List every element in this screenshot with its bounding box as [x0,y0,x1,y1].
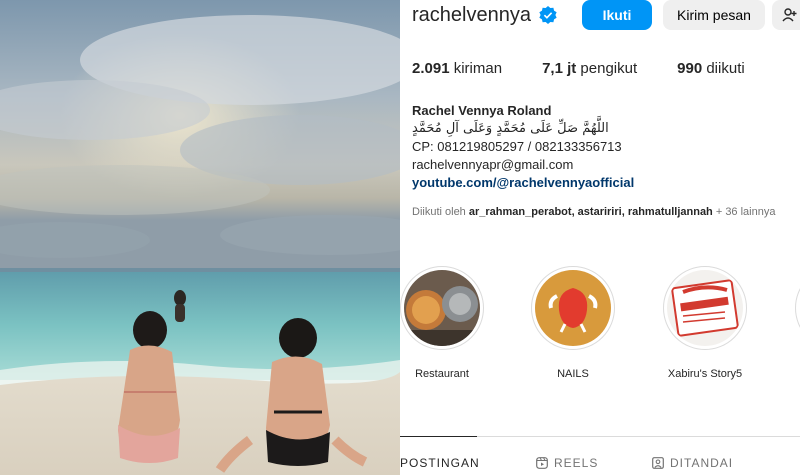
followed-by-suffix: + 36 lainnya [712,206,776,218]
tab-posts[interactable]: POSTINGAN [400,456,480,470]
tab-tagged-label: DITANDAI [670,456,734,470]
highlight-label: Xabiru's Story5 [667,368,743,380]
highlight-label: Restaurant [415,368,469,380]
highlight-cover-food [404,270,480,346]
bio-contact-phone: CP: 081219805297 / 082133356713 [412,139,622,154]
highlight-label: NAILS [557,368,589,380]
following-value: 990 [677,60,703,77]
profile-panel: rachelvennya Ikuti Kirim pesan 2.091 kir… [400,0,800,475]
tab-reels[interactable]: REELS [536,456,598,470]
active-tab-indicator [400,436,477,437]
highlight-ring [400,266,484,350]
followers-label: pengikut [580,60,638,77]
story-highlights: Restaurant NAILS Xabiru's Story5 [400,266,800,386]
profile-bio: Rachel Vennya Roland اللَّهُمَّ صَلِّ عَ… [412,102,634,192]
profile-header: rachelvennya [412,0,557,30]
add-person-icon [782,8,797,22]
posts-count: 2.091 kiriman [412,60,502,77]
highlight-story5[interactable]: Xabiru's Story5 [660,266,750,380]
following-count[interactable]: 990 diikuti [677,60,745,77]
highlight-partial[interactable] [792,266,800,350]
following-label: diikuti [706,60,745,77]
followers-value: 7,1 jt [542,60,577,77]
tab-posts-label: POSTINGAN [400,456,480,470]
tab-reels-label: REELS [554,456,599,470]
posts-value: 2.091 [412,60,450,77]
highlight-ring [663,266,747,350]
tagged-icon [652,457,664,469]
posts-label: kiriman [453,60,503,77]
verified-badge-icon [539,6,557,24]
reels-icon [536,457,548,469]
profile-stats: 2.091 kiriman 7,1 jt pengikut 990 diikut… [412,60,785,77]
highlight-nails[interactable]: NAILS [528,266,618,380]
followed-by[interactable]: Diikuti oleh ar_rahman_perabot, astariri… [412,206,775,218]
tab-tagged[interactable]: DITANDAI [652,456,733,470]
highlight-ring [795,266,800,350]
highlight-restaurant[interactable]: Restaurant [400,266,487,380]
followed-by-prefix: Diikuti oleh [412,206,469,218]
highlight-cover-pizza-box [667,270,743,346]
send-message-button[interactable]: Kirim pesan [663,0,765,30]
full-name: Rachel Vennya Roland [412,103,552,118]
post-photo[interactable] [0,0,400,475]
bio-link[interactable]: youtube.com/@rachelvennyaofficial [412,174,634,192]
followers-count[interactable]: 7,1 jt pengikut [542,60,637,77]
highlight-cover-nails [535,270,611,346]
profile-username: rachelvennya [412,3,531,26]
follow-button[interactable]: Ikuti [582,0,652,30]
bio-email: rachelvennyapr@gmail.com [412,157,574,172]
beach-photo [0,0,400,475]
followed-by-names: ar_rahman_perabot, astaririri, rahmatull… [468,206,713,218]
profile-tabs: POSTINGAN REELS DITANDAI [400,452,800,472]
suggested-users-button[interactable] [772,0,800,30]
bio-arabic-text: اللَّهُمَّ صَلِّ عَلَى مُحَمَّدٍ وَعَلَى… [412,121,609,136]
highlight-ring [531,266,615,350]
